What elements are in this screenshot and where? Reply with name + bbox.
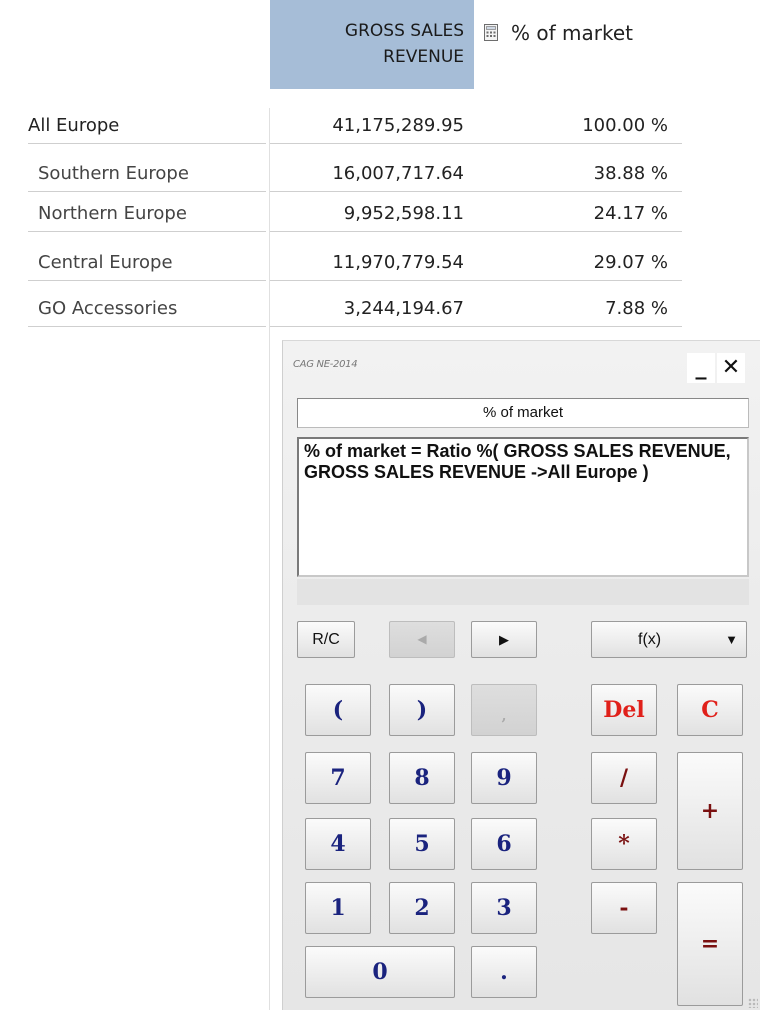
resize-grip[interactable] xyxy=(748,998,758,1008)
cell-pct-northern-europe: 24.17 % xyxy=(474,196,682,232)
row-label-all-europe[interactable]: All Europe xyxy=(28,108,266,144)
key-comma[interactable]: , xyxy=(471,684,537,736)
calculator-panel: CAG NE-2014 _ ✕ % of market % of market … xyxy=(282,340,760,1010)
cell-pct-central-europe: 29.07 % xyxy=(474,245,682,281)
row-label-go-accessories[interactable]: GO Accessories xyxy=(28,291,266,327)
key-close-paren[interactable]: ) xyxy=(389,684,455,736)
chevron-down-icon: ▼ xyxy=(725,632,738,647)
column-divider xyxy=(269,108,270,1010)
row-label-central-europe[interactable]: Central Europe xyxy=(28,245,266,281)
key-delete[interactable]: Del xyxy=(591,684,657,736)
key-clear[interactable]: C xyxy=(677,684,743,736)
cell-gross-southern-europe: 16,007,717.64 xyxy=(270,156,474,192)
cell-gross-go-accessories: 3,244,194.67 xyxy=(270,291,474,327)
key-2[interactable]: 2 xyxy=(389,882,455,934)
key-decimal[interactable]: . xyxy=(471,946,537,998)
key-7[interactable]: 7 xyxy=(305,752,371,804)
cursor-left-button[interactable]: ◀ xyxy=(389,621,455,658)
key-minus[interactable]: - xyxy=(591,882,657,934)
column-header-pct-market[interactable]: % of market xyxy=(511,21,633,45)
function-dropdown-label: f(x) xyxy=(638,631,662,648)
cell-pct-all-europe: 100.00 % xyxy=(474,108,682,144)
key-3[interactable]: 3 xyxy=(471,882,537,934)
key-4[interactable]: 4 xyxy=(305,818,371,870)
formula-editor[interactable]: % of market = Ratio %( GROSS SALES REVEN… xyxy=(297,437,749,577)
cursor-right-button[interactable]: ▶ xyxy=(471,621,537,658)
key-8[interactable]: 8 xyxy=(389,752,455,804)
function-dropdown[interactable]: f(x) ▼ xyxy=(591,621,747,658)
close-button[interactable]: ✕ xyxy=(717,353,745,383)
row-column-button[interactable]: R/C xyxy=(297,621,355,658)
calculation-name-field[interactable]: % of market xyxy=(297,398,749,428)
column-header-gross-sales[interactable]: GROSS SALES REVENUE xyxy=(270,0,474,89)
cell-gross-northern-europe: 9,952,598.11 xyxy=(270,196,474,232)
row-label-northern-europe[interactable]: Northern Europe xyxy=(28,196,266,232)
minimize-button[interactable]: _ xyxy=(687,353,715,383)
key-9[interactable]: 9 xyxy=(471,752,537,804)
formula-status-strip xyxy=(297,579,749,605)
key-equals[interactable]: = xyxy=(677,882,743,1006)
key-multiply[interactable]: * xyxy=(591,818,657,870)
key-1[interactable]: 1 xyxy=(305,882,371,934)
header-gross-line1: GROSS SALES xyxy=(344,21,464,41)
key-open-paren[interactable]: ( xyxy=(305,684,371,736)
key-divide[interactable]: / xyxy=(591,752,657,804)
header-gross-line2: REVENUE xyxy=(383,47,464,67)
key-plus[interactable]: + xyxy=(677,752,743,870)
key-6[interactable]: 6 xyxy=(471,818,537,870)
cell-gross-central-europe: 11,970,779.54 xyxy=(270,245,474,281)
row-label-southern-europe[interactable]: Southern Europe xyxy=(28,156,266,192)
cell-gross-all-europe: 41,175,289.95 xyxy=(270,108,474,144)
calculator-icon[interactable] xyxy=(484,24,498,41)
cell-pct-southern-europe: 38.88 % xyxy=(474,156,682,192)
cell-pct-go-accessories: 7.88 % xyxy=(474,291,682,327)
key-0[interactable]: 0 xyxy=(305,946,455,998)
key-5[interactable]: 5 xyxy=(389,818,455,870)
calculator-title: CAG NE-2014 xyxy=(293,359,358,370)
